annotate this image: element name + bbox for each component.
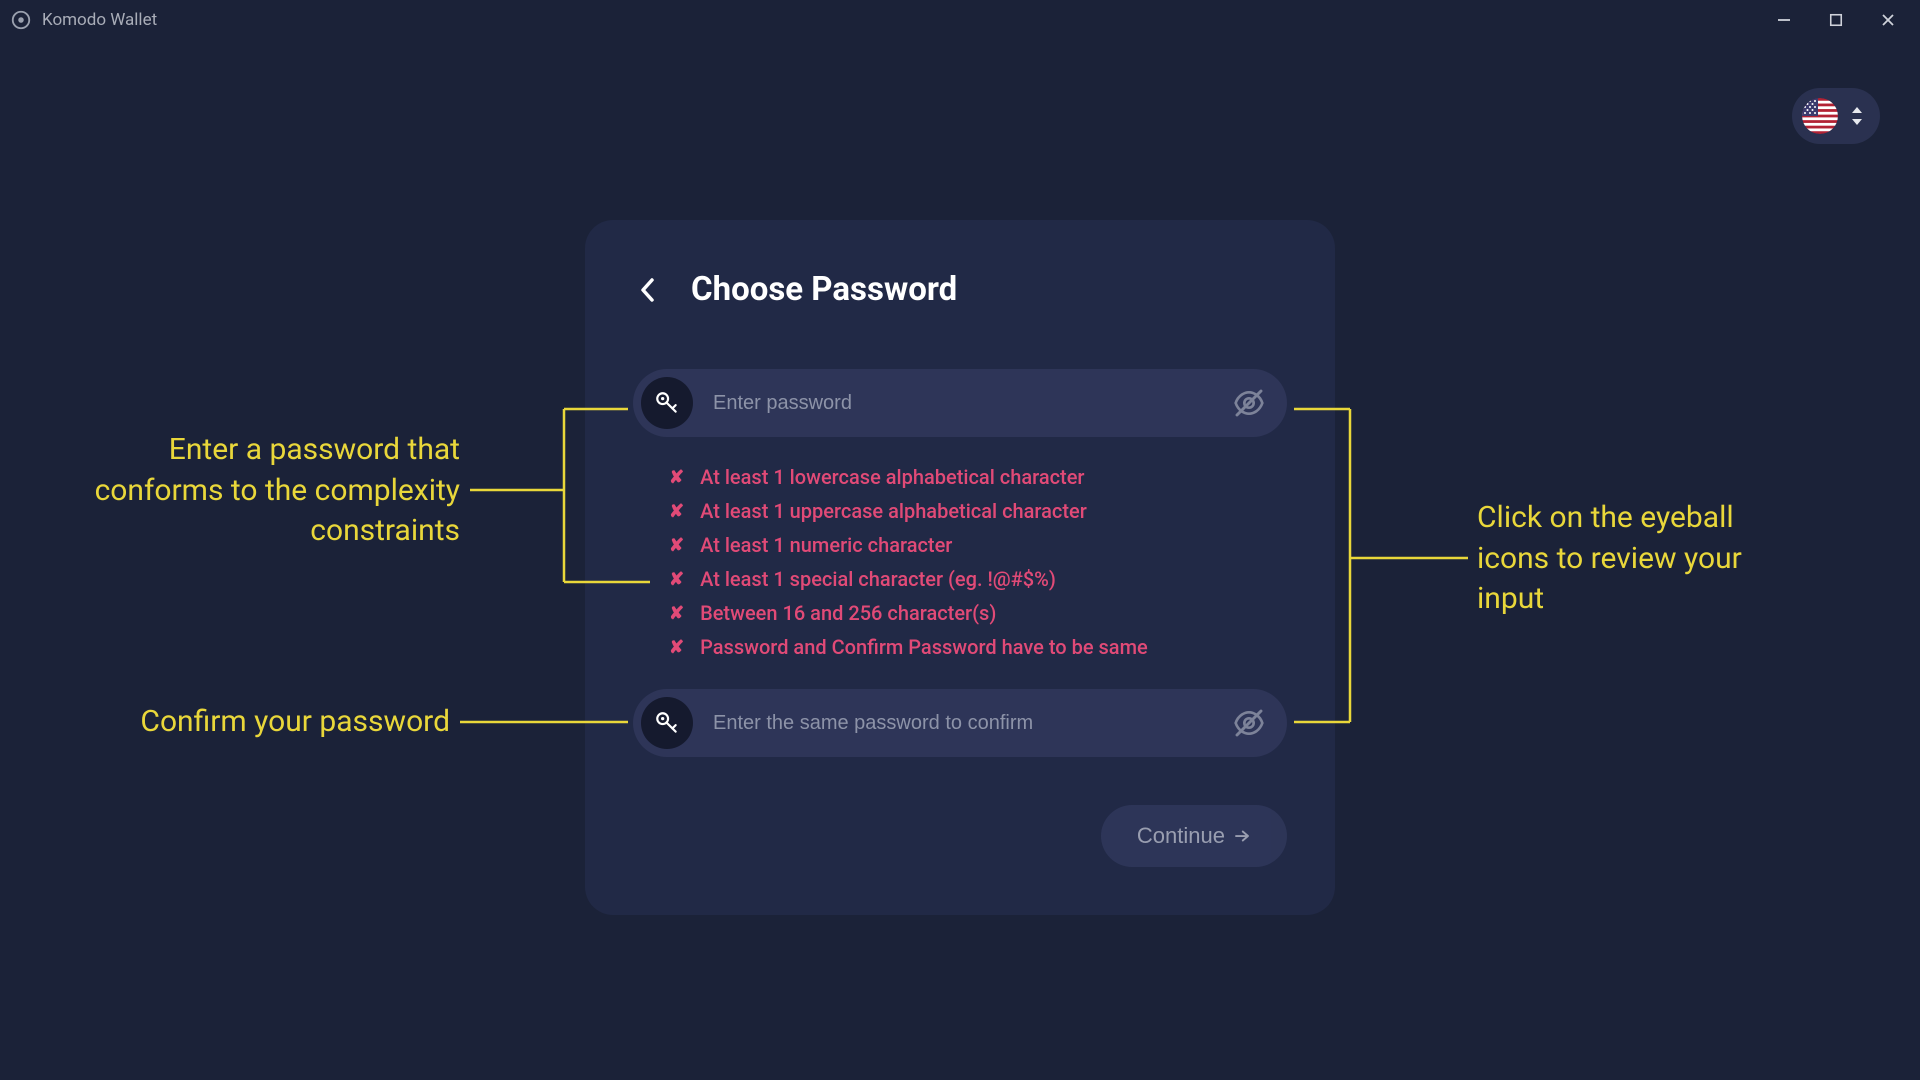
password-rules: ✘ At least 1 lowercase alphabetical chara… — [669, 465, 1287, 659]
rule-text: At least 1 numeric character — [700, 533, 952, 557]
x-icon: ✘ — [669, 569, 684, 590]
rule-text: Password and Confirm Password have to be… — [700, 635, 1148, 659]
card-header: Choose Password — [633, 270, 1287, 309]
x-icon: ✘ — [669, 467, 684, 488]
x-icon: ✘ — [669, 637, 684, 658]
titlebar-left: Komodo Wallet — [10, 9, 157, 31]
toggle-password-visibility[interactable] — [1233, 387, 1265, 419]
confirm-password-input[interactable] — [713, 712, 1213, 735]
rule-special: ✘ At least 1 special character (eg. !@#$%… — [669, 567, 1287, 591]
continue-label: Continue — [1137, 823, 1225, 849]
flag-us-icon — [1802, 98, 1838, 134]
rule-text: At least 1 special character (eg. !@#$%) — [700, 567, 1056, 591]
continue-row: Continue — [633, 805, 1287, 867]
continue-button[interactable]: Continue — [1101, 805, 1287, 867]
x-icon: ✘ — [669, 501, 684, 522]
language-selector[interactable] — [1792, 88, 1880, 144]
x-icon: ✘ — [669, 603, 684, 624]
arrow-right-icon — [1233, 827, 1251, 845]
password-input-wrap — [633, 369, 1287, 437]
maximize-button[interactable] — [1824, 8, 1848, 32]
rule-numeric: ✘ At least 1 numeric character — [669, 533, 1287, 557]
rule-length: ✘ Between 16 and 256 character(s) — [669, 601, 1287, 625]
rule-text: At least 1 uppercase alphabetical charac… — [700, 499, 1087, 523]
app-title: Komodo Wallet — [42, 10, 157, 30]
key-icon — [641, 377, 693, 429]
annotation-complexity: Enter a password that conforms to the co… — [60, 430, 460, 552]
rule-text: Between 16 and 256 character(s) — [700, 601, 996, 625]
chevron-updown-icon — [1850, 105, 1864, 127]
rule-lowercase: ✘ At least 1 lowercase alphabetical chara… — [669, 465, 1287, 489]
window-titlebar: Komodo Wallet — [0, 0, 1920, 40]
password-input[interactable] — [713, 392, 1213, 415]
x-icon: ✘ — [669, 535, 684, 556]
page-title: Choose Password — [691, 270, 957, 309]
key-icon — [641, 697, 693, 749]
rule-match: ✘ Password and Confirm Password have to b… — [669, 635, 1287, 659]
eye-off-icon — [1233, 707, 1265, 739]
toggle-confirm-visibility[interactable] — [1233, 707, 1265, 739]
rule-text: At least 1 lowercase alphabetical charac… — [700, 465, 1084, 489]
window-controls — [1772, 8, 1910, 32]
close-button[interactable] — [1876, 8, 1900, 32]
minimize-button[interactable] — [1772, 8, 1796, 32]
confirm-password-input-wrap — [633, 689, 1287, 757]
app-icon — [10, 9, 32, 31]
choose-password-card: Choose Password ✘ At least 1 lowercase al… — [585, 220, 1335, 915]
rule-uppercase: ✘ At least 1 uppercase alphabetical chara… — [669, 499, 1287, 523]
annotation-eyeball: Click on the eyeball icons to review you… — [1477, 498, 1807, 620]
eye-off-icon — [1233, 387, 1265, 419]
annotation-confirm: Confirm your password — [60, 702, 450, 743]
back-button[interactable] — [633, 275, 663, 305]
